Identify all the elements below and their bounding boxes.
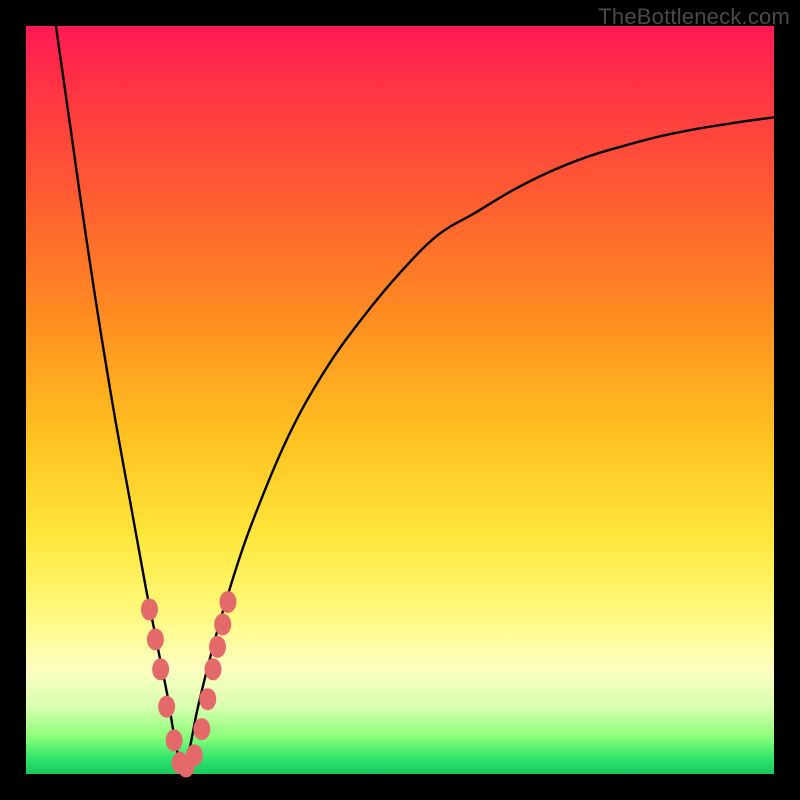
- watermark-text: TheBottleneck.com: [598, 4, 790, 30]
- marker-point: [199, 688, 216, 710]
- marker-point: [205, 658, 222, 680]
- marker-point: [214, 613, 231, 635]
- marker-point: [219, 591, 236, 613]
- marker-point: [141, 598, 158, 620]
- marker-point: [209, 636, 226, 658]
- marker-point: [193, 718, 210, 740]
- marker-point: [166, 729, 183, 751]
- chart-svg: [26, 26, 774, 774]
- chart-frame: TheBottleneck.com: [0, 0, 800, 800]
- marker-point: [186, 744, 203, 766]
- marker-point: [147, 628, 164, 650]
- marker-point: [152, 658, 169, 680]
- plot-area: [26, 26, 774, 774]
- marker-point: [158, 696, 175, 718]
- curve-right-branch: [183, 117, 774, 774]
